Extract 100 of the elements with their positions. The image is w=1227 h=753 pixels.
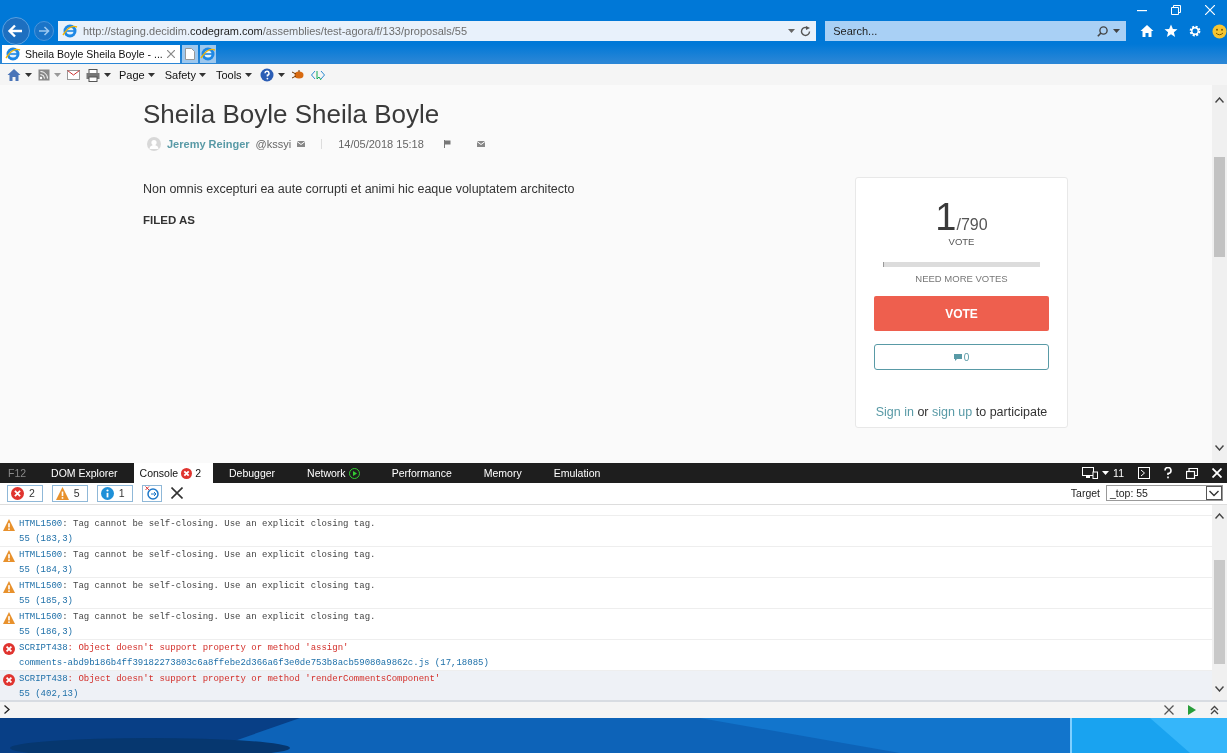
home-icon[interactable] <box>1140 24 1154 38</box>
prompt-icon <box>4 705 10 715</box>
home-icon[interactable] <box>7 68 21 82</box>
console-message[interactable]: HTML1500: Tag cannot be self-closing. Use an explicit closing tag. 55 (185,3) <box>0 576 1212 608</box>
menu-button[interactable]: Page <box>117 69 157 81</box>
help-icon[interactable] <box>1164 467 1172 479</box>
info-filter-button[interactable]: 1 <box>96 484 133 502</box>
warning-icon <box>55 486 69 500</box>
smiley-icon[interactable] <box>1212 23 1227 39</box>
filed-as-label: FILED AS <box>143 214 196 226</box>
feed-icon[interactable] <box>38 69 50 81</box>
search-input[interactable]: Search... <box>831 24 1092 38</box>
scroll-down-icon[interactable] <box>1215 685 1224 692</box>
console-message[interactable]: SCRIPT438: Object doesn't support property or method 'renderCommentsComponent' 55 (402,13) <box>0 669 1212 700</box>
devtools-tab[interactable]: Debugger <box>213 463 292 483</box>
caret-icon[interactable] <box>104 73 111 77</box>
proposal-title: Sheila Boyle Sheila Boyle <box>143 98 441 130</box>
expand-icon[interactable] <box>1210 704 1219 715</box>
globe-icon <box>62 23 78 39</box>
vote-total: /790 <box>956 216 988 234</box>
clear-on-navigate-button[interactable] <box>141 484 162 502</box>
help-icon[interactable] <box>259 68 274 82</box>
caret-icon[interactable] <box>1113 29 1120 33</box>
f12-label: F12 <box>7 467 28 479</box>
clear-icon[interactable] <box>170 487 183 500</box>
forward-icon[interactable] <box>34 21 54 41</box>
devtools-tab[interactable]: DOM Explorer <box>35 463 134 483</box>
warning-icon <box>3 580 15 593</box>
printer-icon[interactable] <box>86 68 100 82</box>
star-icon[interactable] <box>1164 24 1178 38</box>
message-text: HTML1500: Tag cannot be self-closing. Use an explicit closing tag. <box>19 611 377 625</box>
message-text: HTML1500: Tag cannot be self-closing. Use an explicit closing tag. <box>19 580 377 594</box>
error-icon <box>3 642 15 655</box>
console-icon[interactable] <box>1138 467 1150 479</box>
caret-icon[interactable] <box>25 73 32 77</box>
console-message[interactable]: SCRIPT438: Object doesn't support property or method 'assign' comments-abd9b186b4ff39182273803c6a8ffebe2d366a6f3e0de753b8acb59080a9862c.js (17,18085) <box>0 638 1212 670</box>
participate-text: Sign in or sign up to participate <box>875 405 1048 419</box>
proposal-body: Non omnis excepturi ea aute corrupti et animi hic eaque voluptatem architecto <box>143 182 576 196</box>
source-link[interactable]: 55 (402,13) <box>19 686 1212 700</box>
caret-icon[interactable] <box>147 73 155 77</box>
run-icon[interactable] <box>1188 704 1196 715</box>
avatar-icon <box>147 137 161 151</box>
scroll-up-icon[interactable] <box>1215 97 1224 103</box>
scrollbar-thumb[interactable] <box>1214 156 1225 257</box>
devtools-tab[interactable]: Emulation <box>537 463 617 483</box>
caret-icon[interactable] <box>244 73 252 77</box>
mail-icon[interactable] <box>297 141 306 147</box>
menu-button[interactable]: Safety <box>162 69 208 81</box>
console-message[interactable]: HTML1500: Tag cannot be self-closing. Use an explicit closing tag. 55 (183,3) <box>0 514 1212 546</box>
target-dropdown[interactable]: _top: 55 <box>1106 485 1223 502</box>
page-icon <box>184 48 195 60</box>
settings-icon[interactable] <box>1188 24 1202 38</box>
vote-count: 1 <box>935 198 957 236</box>
bug-icon[interactable] <box>290 69 305 81</box>
warning-icon <box>3 611 15 624</box>
scroll-up-icon[interactable] <box>1215 512 1224 519</box>
progress-label: NEED MORE VOTES <box>915 273 1008 284</box>
console-message[interactable]: HTML1500: Tag cannot be self-closing. Use an explicit closing tag. 55 (184,3) <box>0 545 1212 577</box>
scroll-down-icon[interactable] <box>1215 445 1224 451</box>
menu-button[interactable]: Tools <box>213 69 254 81</box>
author-nickname: @kssyi <box>255 138 292 150</box>
flag-icon[interactable] <box>443 140 451 148</box>
console-message[interactable]: HTML1500: Tag cannot be self-closing. Use an explicit closing tag. 55 (186,3) <box>0 607 1212 639</box>
source-link[interactable]: 55 (183,3) <box>19 531 1212 546</box>
vote-unit: VOTE <box>948 236 975 247</box>
error-icon <box>181 467 193 479</box>
search-icon[interactable] <box>1097 25 1108 37</box>
source-link[interactable]: 55 (186,3) <box>19 624 1212 639</box>
browser-tab[interactable]: Sheila Boyle Sheila Boyle - ... <box>2 45 180 63</box>
message-text: HTML1500: Tag cannot be self-closing. Use an explicit closing tag. <box>19 549 377 563</box>
devtools-tab[interactable]: Performance <box>375 463 468 483</box>
mail-icon[interactable] <box>476 141 485 147</box>
source-link[interactable]: comments-abd9b186b4ff39182273803c6a8ffebe2d366a6f3e0de753b8acb59080a9862c.js (17,18085) <box>19 655 1212 670</box>
error-filter-button[interactable]: 2 <box>7 484 43 502</box>
publish-date: 14/05/2018 15:18 <box>338 138 424 150</box>
devtools-tab[interactable]: Memory <box>467 463 538 483</box>
scrollbar-thumb[interactable] <box>1214 560 1225 665</box>
comment-icon <box>953 353 962 361</box>
new-tab-button[interactable] <box>181 45 198 63</box>
globe-icon <box>199 46 216 62</box>
caret-icon[interactable] <box>277 73 285 77</box>
document-mode-button[interactable]: 11 <box>1082 467 1124 479</box>
clear-icon[interactable] <box>1164 704 1174 715</box>
source-link[interactable]: 55 (185,3) <box>19 593 1212 608</box>
back-icon[interactable] <box>2 17 30 45</box>
caret-icon[interactable] <box>198 73 206 77</box>
warning-icon <box>3 518 15 531</box>
message-text: HTML1500: Tag cannot be self-closing. Use an explicit closing tag. <box>19 518 377 532</box>
devtools-tab[interactable]: Console 2 <box>133 463 213 483</box>
restore-icon[interactable] <box>1186 467 1198 479</box>
source-link[interactable]: 55 (184,3) <box>19 562 1212 577</box>
mail-icon[interactable] <box>67 70 80 80</box>
address-bar[interactable]: http://staging.decidim.codegram.com/assemblies/test-agora/f/133/proposals/55 <box>58 21 817 41</box>
tab-button[interactable] <box>199 45 216 63</box>
devtools-tab[interactable]: Network <box>291 463 376 483</box>
globe-icon <box>5 46 21 62</box>
search-field[interactable]: Search... <box>825 21 1126 41</box>
caret-icon[interactable] <box>1102 471 1110 475</box>
warning-filter-button[interactable]: 5 <box>51 484 88 502</box>
monitor-icon <box>1082 467 1099 479</box>
